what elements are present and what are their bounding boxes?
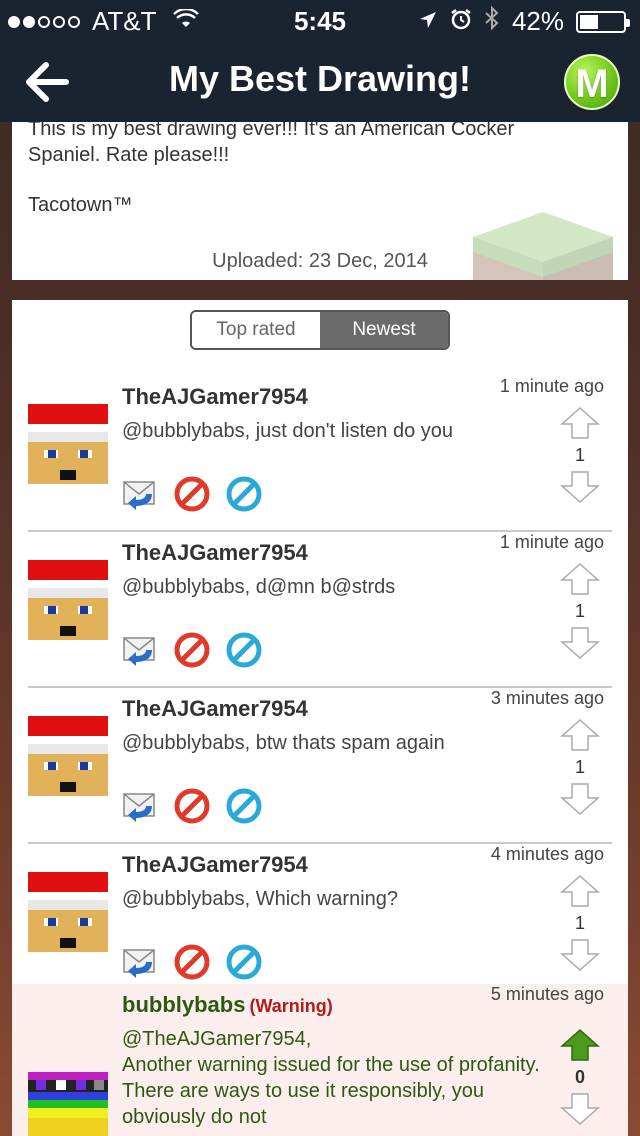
back-button[interactable] xyxy=(20,54,80,110)
sort-segmented-control: Top rated Newest xyxy=(190,310,450,350)
navigation-bar: My Best Drawing! M xyxy=(0,40,640,122)
description-text: This is my best drawing ever!!! It's an … xyxy=(28,122,515,166)
comment-text: @bubblybabs, btw thats spam again xyxy=(122,732,445,754)
block-icon[interactable] xyxy=(226,476,262,512)
comments-card: Top rated Newest TheAJGamer7954 1 minute… xyxy=(12,300,628,1136)
drawing-description-card: This is my best drawing ever!!! It's an … xyxy=(12,122,628,280)
report-icon[interactable] xyxy=(174,476,210,512)
battery-percent: 42% xyxy=(511,6,564,36)
reply-icon[interactable] xyxy=(122,944,158,980)
moderator-warning-comment: bubblybabs (Warning) 5 minutes ago @TheAJ… xyxy=(12,984,628,1136)
report-icon[interactable] xyxy=(174,632,210,668)
downvote-arrow-icon[interactable] xyxy=(560,782,600,816)
block-icon[interactable] xyxy=(226,788,262,824)
upvote-arrow-icon[interactable] xyxy=(560,406,600,440)
vote-control: 1 xyxy=(560,562,600,660)
upvote-arrow-icon[interactable] xyxy=(560,874,600,908)
tab-newest[interactable]: Newest xyxy=(320,312,448,348)
comment-username[interactable]: bubblybabs xyxy=(122,992,245,1017)
downvote-arrow-icon[interactable] xyxy=(560,626,600,660)
description-signature: Tacotown™ xyxy=(28,194,133,216)
comment-text: @bubblybabs, d@mn b@strds xyxy=(122,576,396,598)
page-title: My Best Drawing! xyxy=(168,58,472,99)
uploaded-date: Uploaded: 23 Dec, 2014 xyxy=(212,250,428,272)
avatar[interactable] xyxy=(28,560,108,640)
reply-icon[interactable] xyxy=(122,632,158,668)
m-logo-button[interactable]: M xyxy=(564,54,620,110)
upvote-arrow-icon[interactable] xyxy=(560,562,600,596)
comment-time: 1 minute ago xyxy=(499,376,604,396)
warning-tag: (Warning) xyxy=(249,996,333,1016)
downvote-arrow-icon[interactable] xyxy=(560,1092,600,1126)
bluetooth-icon xyxy=(484,5,500,37)
comment-time: 5 minutes ago xyxy=(490,984,604,1004)
comment-time: 4 minutes ago xyxy=(490,844,604,864)
report-icon[interactable] xyxy=(174,944,210,980)
location-icon xyxy=(418,6,438,37)
tab-top-rated[interactable]: Top rated xyxy=(192,312,320,348)
back-arrow-icon xyxy=(26,62,69,102)
vote-count: 0 xyxy=(574,1067,585,1087)
status-bar: AT&T 5:45 42% xyxy=(0,0,640,40)
vote-control: 1 xyxy=(560,406,600,504)
upvote-arrow-icon[interactable] xyxy=(560,718,600,752)
vote-count: 1 xyxy=(574,445,585,465)
downvote-arrow-icon[interactable] xyxy=(560,938,600,972)
avatar[interactable] xyxy=(28,1072,108,1136)
comment-item: TheAJGamer7954 1 minute ago @bubblybabs,… xyxy=(28,532,612,688)
comment-text: @bubblybabs, Which warning? xyxy=(122,888,399,910)
comment-item: TheAJGamer7954 3 minutes ago @bubblybabs… xyxy=(28,688,612,844)
upvote-arrow-icon[interactable] xyxy=(560,1028,600,1062)
vote-control: 1 xyxy=(560,874,600,972)
alarm-icon xyxy=(450,6,472,37)
battery-icon xyxy=(576,10,630,33)
vote-control: 1 xyxy=(560,718,600,816)
reply-icon[interactable] xyxy=(122,788,158,824)
comment-username[interactable]: TheAJGamer7954 xyxy=(122,696,308,722)
comment-time: 3 minutes ago xyxy=(490,688,604,708)
vote-count: 1 xyxy=(574,601,585,621)
reply-icon[interactable] xyxy=(122,476,158,512)
comment-text: @bubblybabs, just don't listen do you xyxy=(122,420,453,442)
comment-time: 1 minute ago xyxy=(499,532,604,552)
downvote-arrow-icon[interactable] xyxy=(560,470,600,504)
comment-text: @TheAJGamer7954, Another warning issued … xyxy=(122,1028,540,1128)
avatar[interactable] xyxy=(28,716,108,796)
avatar[interactable] xyxy=(28,872,108,952)
vote-control: 0 xyxy=(560,1028,600,1126)
comment-username[interactable]: TheAJGamer7954 xyxy=(122,852,308,878)
comment-item: TheAJGamer7954 4 minutes ago @bubblybabs… xyxy=(28,844,612,1000)
block-icon[interactable] xyxy=(226,632,262,668)
vote-count: 1 xyxy=(574,913,585,933)
block-icon[interactable] xyxy=(226,944,262,980)
moderator-username: bubblybabs (Warning) xyxy=(122,992,333,1018)
comment-item: TheAJGamer7954 1 minute ago @bubblybabs,… xyxy=(28,376,612,532)
comment-username[interactable]: TheAJGamer7954 xyxy=(122,384,308,410)
avatar[interactable] xyxy=(28,404,108,484)
vote-count: 1 xyxy=(574,757,585,777)
comment-username[interactable]: TheAJGamer7954 xyxy=(122,540,308,566)
report-icon[interactable] xyxy=(174,788,210,824)
